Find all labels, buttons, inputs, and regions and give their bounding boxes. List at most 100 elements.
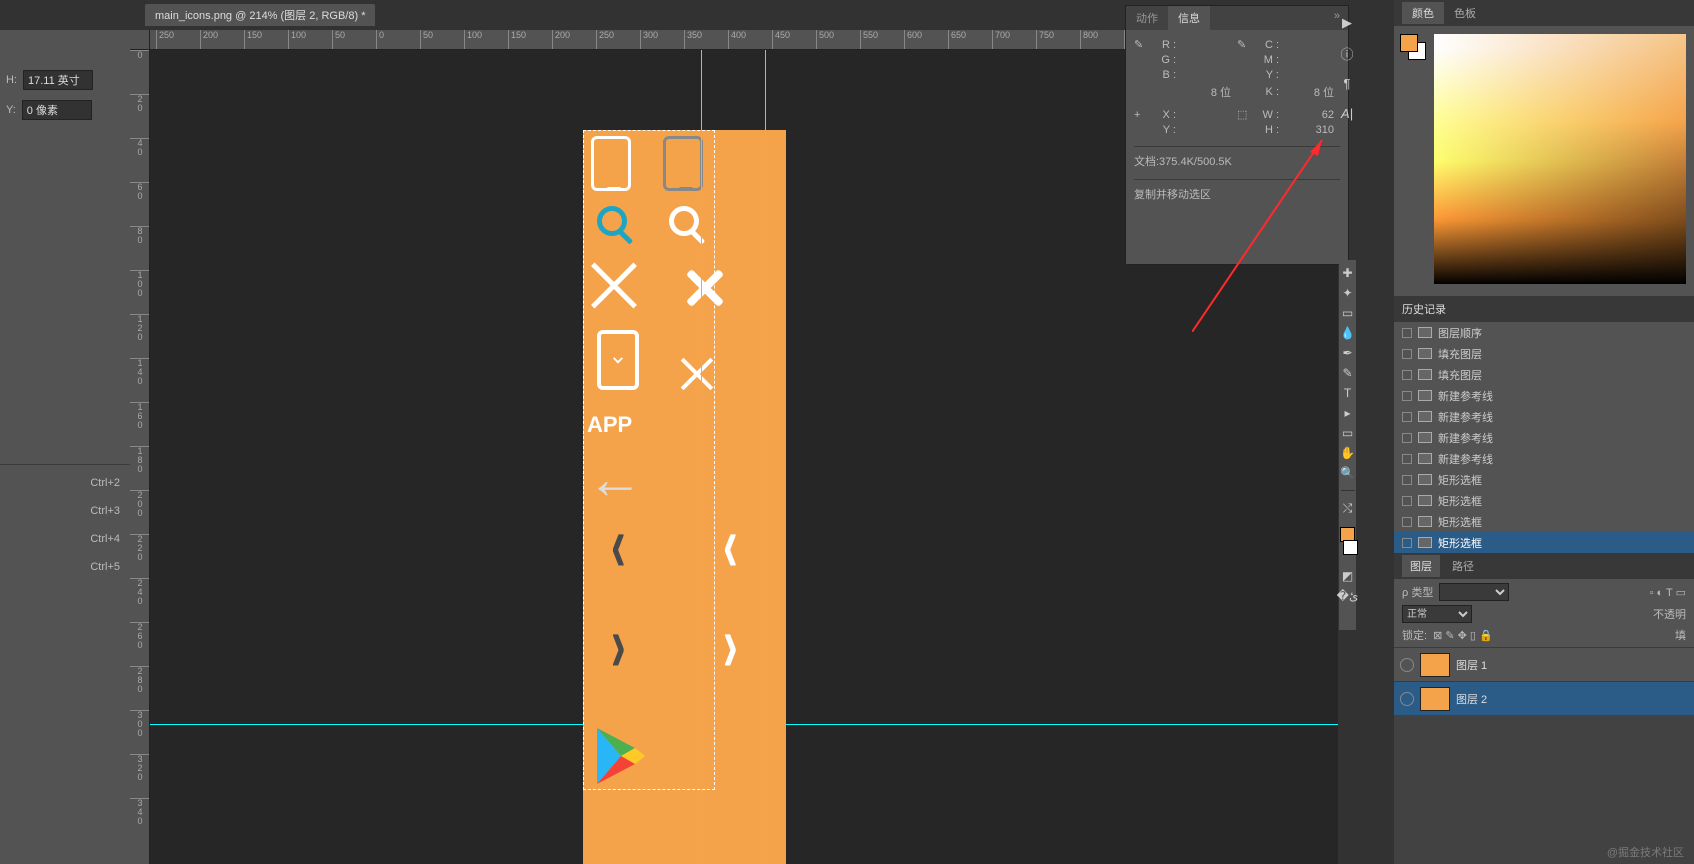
swap-colors-icon[interactable]: ⤭ xyxy=(1341,501,1355,515)
info-w-value: 62 xyxy=(1283,109,1340,121)
rectangle-tool-icon[interactable]: ▭ xyxy=(1341,426,1355,440)
path-select-tool-icon[interactable]: ▸ xyxy=(1341,406,1355,420)
visibility-icon[interactable] xyxy=(1400,692,1414,706)
info-icon[interactable]: ⓘ xyxy=(1339,45,1355,61)
screenmode-icon[interactable]: �ئ xyxy=(1341,589,1355,603)
history-panel-header: 历史记录 xyxy=(1394,296,1694,322)
history-item[interactable]: 新建参考线 xyxy=(1394,427,1694,448)
fill-label: 填 xyxy=(1675,627,1686,643)
download-app-icon xyxy=(597,330,639,390)
tab-layers[interactable]: 图层 xyxy=(1402,555,1440,577)
history-item[interactable]: 新建参考线 xyxy=(1394,448,1694,469)
watermark: @掘金技术社区 xyxy=(1607,844,1684,860)
layer-row[interactable]: 图层 2 xyxy=(1394,681,1694,715)
blend-mode-select[interactable]: 正常 xyxy=(1402,605,1472,623)
app-label-icon: APP xyxy=(587,412,632,438)
info-bit2: 8 位 xyxy=(1283,84,1340,100)
quickmask-icon[interactable]: ◩ xyxy=(1341,569,1355,583)
guide-vertical[interactable] xyxy=(701,50,702,864)
close-thin-icon xyxy=(679,356,715,392)
history-item[interactable]: 矩形选框 xyxy=(1394,490,1694,511)
option-y-input[interactable] xyxy=(22,100,92,120)
tab-actions[interactable]: 动作 xyxy=(1126,6,1168,30)
type-tool-icon[interactable]: T xyxy=(1341,386,1355,400)
chevron-left-white-icon: ‹ xyxy=(723,498,738,590)
right-panel-column: 颜色 色板 历史记录 图层顺序填充图层填充图层新建参考线新建参考线新建参考线新建… xyxy=(1394,0,1694,864)
layer-kind-select[interactable] xyxy=(1439,583,1509,601)
color-panel xyxy=(1394,26,1694,296)
character-icon[interactable]: A| xyxy=(1339,105,1355,121)
history-item[interactable]: 矩形选框 xyxy=(1394,469,1694,490)
blur-tool-icon[interactable]: 💧 xyxy=(1341,326,1355,340)
history-item[interactable]: 填充图层 xyxy=(1394,343,1694,364)
document-canvas[interactable]: APP ← ‹ ‹ › › xyxy=(583,130,786,864)
play-icon[interactable]: ▶ xyxy=(1339,15,1355,31)
eyedropper-icon: ✎ xyxy=(1134,38,1152,51)
layer-list: 图层 1图层 2 xyxy=(1394,647,1694,715)
phone-outline-icon xyxy=(663,136,703,191)
chevron-left-dark-icon: ‹ xyxy=(611,498,626,590)
layers-panel-header: 图层 路径 xyxy=(1394,553,1694,579)
tab-info[interactable]: 信息 xyxy=(1168,6,1210,30)
zoom-tool-icon[interactable]: 🔍 xyxy=(1341,466,1355,480)
option-y-label: Y: xyxy=(6,104,16,116)
channel-shortcut[interactable]: Ctrl+3 xyxy=(0,497,130,525)
history-item[interactable]: 矩形选框 xyxy=(1394,511,1694,532)
hand-tool-icon[interactable]: ✋ xyxy=(1341,446,1355,460)
info-y2-label: Y : xyxy=(1152,124,1180,136)
eyedropper-icon: ✎ xyxy=(1237,38,1255,51)
document-tab[interactable]: main_icons.png @ 214% (图层 2, RGB/8) * xyxy=(145,4,375,26)
info-bit1: 8 位 xyxy=(1180,84,1237,100)
history-title: 历史记录 xyxy=(1402,301,1446,317)
paragraph-icon[interactable]: ¶ xyxy=(1339,75,1355,91)
info-h-value: 310 xyxy=(1283,124,1340,136)
history-item[interactable]: 新建参考线 xyxy=(1394,406,1694,427)
info-c-label: C : xyxy=(1255,39,1283,51)
history-item[interactable]: 矩形选框 xyxy=(1394,532,1694,553)
info-w-label: W : xyxy=(1255,109,1283,121)
history-item[interactable]: 图层顺序 xyxy=(1394,322,1694,343)
channel-shortcut[interactable]: Ctrl+2 xyxy=(0,469,130,497)
tools-toolbar: ✚ ✦ ▭ 💧 ✒ ✎ T ▸ ▭ ✋ 🔍 ⤭ ◩ �ئ xyxy=(1339,260,1356,630)
pen-tool-icon[interactable]: ✒ xyxy=(1341,346,1355,360)
layer-row[interactable]: 图层 1 xyxy=(1394,647,1694,681)
crosshair-icon: + xyxy=(1134,109,1152,121)
visibility-icon[interactable] xyxy=(1400,658,1414,672)
layer-thumbnail[interactable] xyxy=(1420,653,1450,677)
brush-tool-icon[interactable]: ✦ xyxy=(1341,286,1355,300)
info-k-label: K : xyxy=(1255,86,1283,98)
eyedropper-tool-icon[interactable]: ✎ xyxy=(1341,366,1355,380)
channel-shortcut[interactable]: Ctrl+5 xyxy=(0,553,130,581)
color-picker-field[interactable] xyxy=(1434,34,1686,284)
option-h-label: H: xyxy=(6,74,17,86)
layer-kind-label: ρ 类型 xyxy=(1402,584,1433,600)
history-list: 图层顺序填充图层填充图层新建参考线新建参考线新建参考线新建参考线矩形选框矩形选框… xyxy=(1394,322,1694,553)
history-item[interactable]: 填充图层 xyxy=(1394,364,1694,385)
tab-paths[interactable]: 路径 xyxy=(1444,555,1482,577)
channel-shortcut[interactable]: Ctrl+4 xyxy=(0,525,130,553)
info-g-label: G : xyxy=(1152,54,1180,66)
info-m-label: M : xyxy=(1255,54,1283,66)
background-swatch[interactable] xyxy=(1343,540,1358,555)
chevron-right-dark-icon: › xyxy=(611,598,626,690)
ruler-corner xyxy=(130,30,150,50)
ruler-vertical[interactable]: 0204060801001201401601802002202402602803… xyxy=(130,50,150,864)
tab-color[interactable]: 颜色 xyxy=(1402,2,1444,24)
history-item[interactable]: 新建参考线 xyxy=(1394,385,1694,406)
layer-thumbnail[interactable] xyxy=(1420,687,1450,711)
healing-brush-icon[interactable]: ✚ xyxy=(1341,266,1355,280)
color-foreground-swatch[interactable] xyxy=(1400,34,1418,52)
gradient-tool-icon[interactable]: ▭ xyxy=(1341,306,1355,320)
close-bold-icon xyxy=(685,268,725,308)
close-icon xyxy=(589,260,639,310)
option-h-input[interactable] xyxy=(23,70,93,90)
left-options-panel: H: Y: Ctrl+2 Ctrl+3 Ctrl+4 Ctrl+5 xyxy=(0,30,130,864)
layers-options: ρ 类型 ▫ ◐ T ▭ 正常 不透明 锁定: ⊠ ✎ ✥ ▯ 🔒 填 xyxy=(1394,579,1694,647)
info-hint: 复制并移动选区 xyxy=(1134,179,1340,202)
info-y-label: Y : xyxy=(1255,69,1283,81)
tab-swatches[interactable]: 色板 xyxy=(1444,2,1486,24)
color-panel-header: 颜色 色板 xyxy=(1394,0,1694,26)
info-h-label: H : xyxy=(1255,124,1283,136)
opacity-label: 不透明 xyxy=(1653,606,1686,622)
guide-vertical[interactable] xyxy=(765,50,766,864)
